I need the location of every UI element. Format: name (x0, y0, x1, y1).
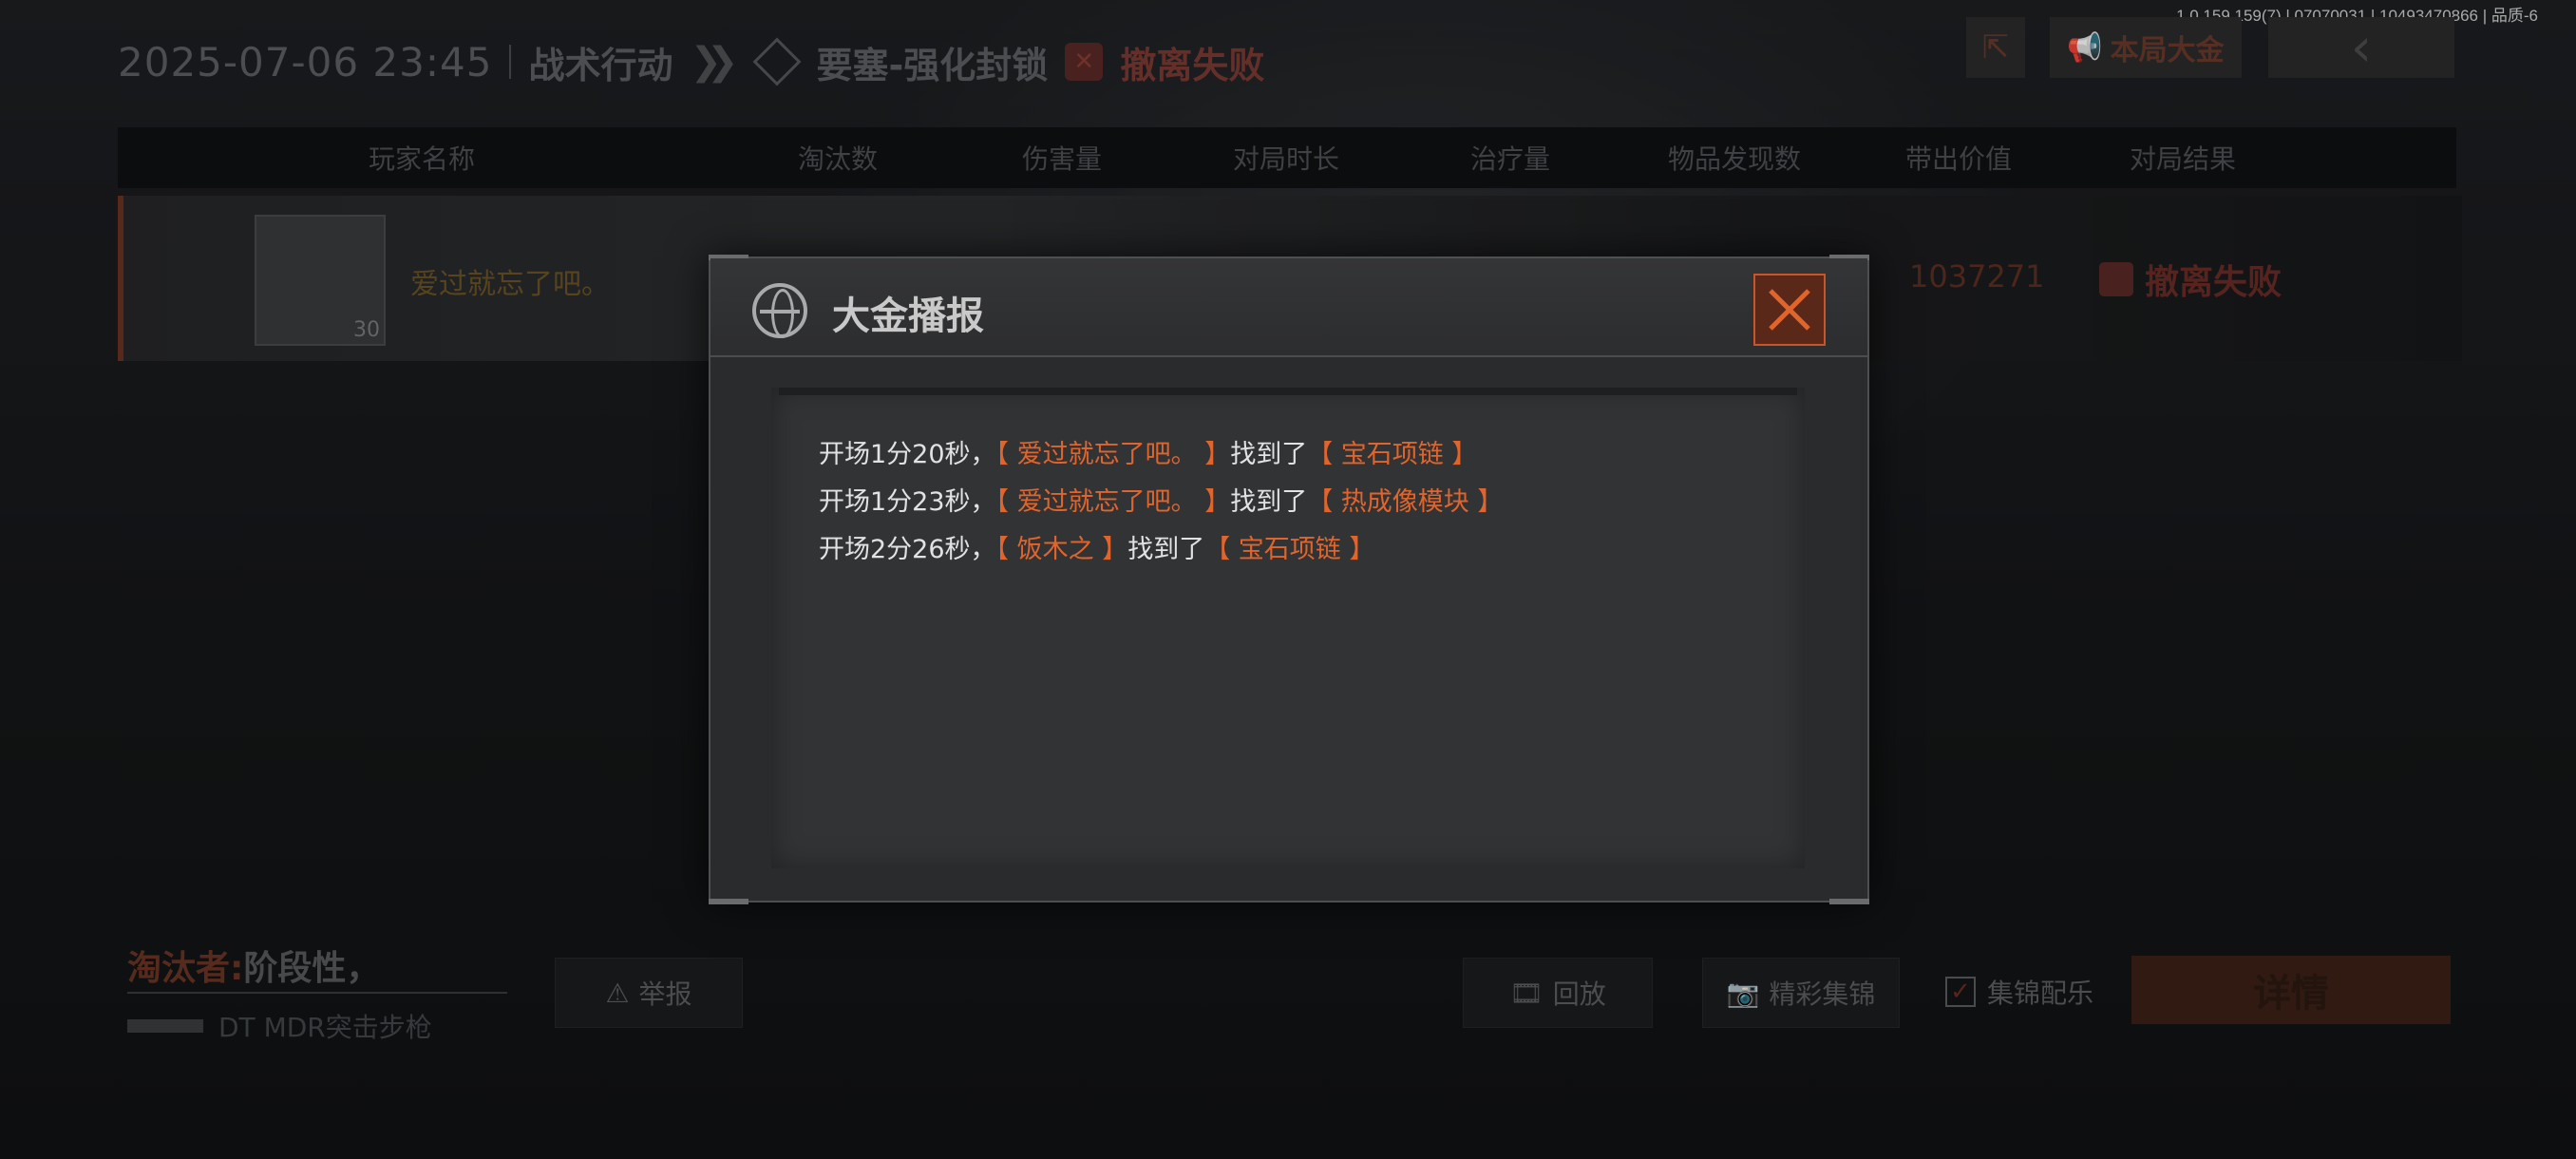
entry-item: 【 宝石项链 】 (1204, 535, 1375, 564)
entry-item: 【 热成像模块 】 (1307, 487, 1504, 517)
entry-verb: 找到了 (1230, 440, 1308, 469)
frame-corner (709, 899, 748, 904)
list-item: 开场1分20秒，【 爱过就忘了吧。 】找到了【 宝石项链 】 (819, 431, 1503, 479)
frame-corner (1829, 899, 1869, 904)
entry-verb: 找到了 (1127, 535, 1205, 564)
list-top-border (779, 388, 1797, 395)
entry-item: 【 宝石项链 】 (1307, 440, 1478, 469)
entry-verb: 找到了 (1230, 487, 1308, 517)
globe-icon (752, 283, 807, 338)
close-button[interactable] (1753, 274, 1826, 346)
close-icon (1769, 289, 1810, 331)
broadcast-list: 开场1分20秒，【 爱过就忘了吧。 】找到了【 宝石项链 】 开场1分23秒，【… (771, 388, 1805, 868)
dialog-header: 大金播报 (710, 258, 1867, 357)
entry-player: 【 爱过就忘了吧。 】 (995, 440, 1231, 469)
entry-time: 开场2分26秒， (819, 535, 996, 564)
list-item: 开场1分23秒，【 爱过就忘了吧。 】找到了【 热成像模块 】 (819, 479, 1503, 526)
list-item: 开场2分26秒，【 饭木之 】找到了【 宝石项链 】 (819, 526, 1503, 574)
gold-broadcast-dialog: 大金播报 开场1分20秒，【 爱过就忘了吧。 】找到了【 宝石项链 】 开场1分… (709, 255, 1869, 904)
entry-player: 【 饭木之 】 (995, 535, 1128, 564)
entry-player: 【 爱过就忘了吧。 】 (995, 487, 1231, 517)
entry-time: 开场1分20秒， (819, 440, 996, 469)
entry-time: 开场1分23秒， (819, 487, 996, 517)
dialog-title: 大金播报 (832, 294, 984, 338)
